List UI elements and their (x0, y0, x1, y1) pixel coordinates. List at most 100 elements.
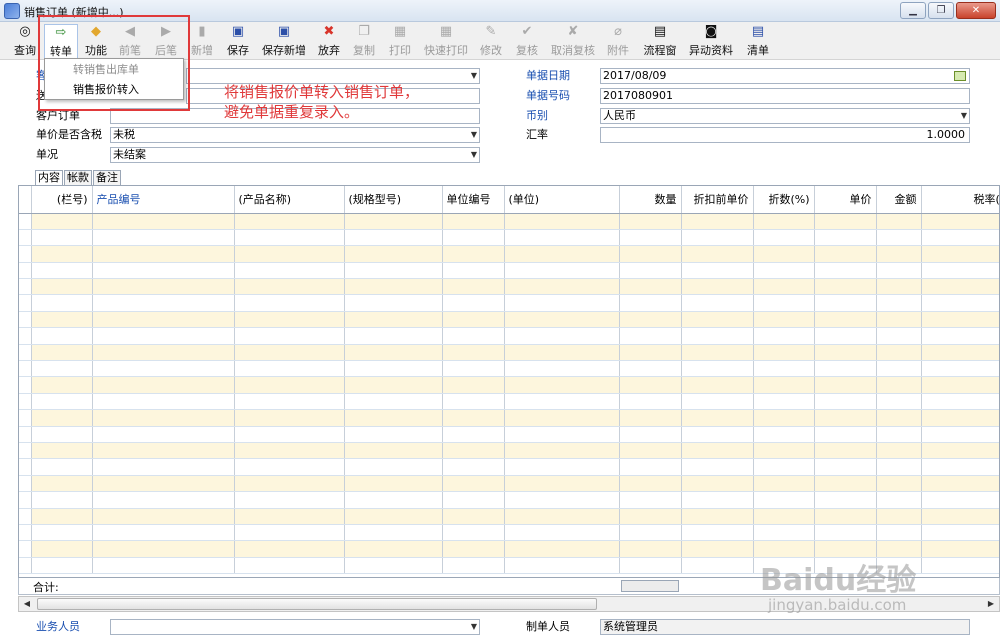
restore-button[interactable]: ❐ (928, 2, 954, 19)
table-cell[interactable] (442, 393, 505, 411)
table-cell[interactable] (921, 426, 999, 443)
table-cell[interactable] (344, 393, 443, 411)
table-row[interactable] (19, 311, 999, 329)
table-cell[interactable] (234, 442, 345, 460)
table-cell[interactable] (504, 278, 620, 296)
table-cell[interactable] (681, 491, 754, 509)
table-cell[interactable] (92, 393, 235, 411)
table-cell[interactable] (876, 458, 922, 476)
row-selector[interactable] (19, 229, 32, 247)
menu-item-import-sales-quote[interactable]: 销售报价转入 (45, 80, 183, 100)
table-cell[interactable] (876, 393, 922, 411)
table-cell[interactable] (504, 360, 620, 378)
table-cell[interactable] (876, 491, 922, 509)
table-cell[interactable] (921, 376, 999, 394)
table-cell[interactable] (442, 213, 505, 230)
col-header-quantity[interactable]: 数量 (619, 186, 682, 214)
table-cell[interactable] (814, 491, 877, 509)
table-cell[interactable] (31, 540, 93, 558)
table-cell[interactable] (619, 540, 682, 558)
table-cell[interactable] (814, 376, 877, 394)
table-cell[interactable] (31, 524, 93, 542)
table-cell[interactable] (504, 294, 620, 312)
table-cell[interactable] (619, 376, 682, 394)
table-cell[interactable] (92, 360, 235, 378)
table-cell[interactable] (92, 344, 235, 362)
table-cell[interactable] (753, 442, 815, 460)
table-row[interactable] (19, 475, 999, 493)
table-cell[interactable] (619, 426, 682, 443)
table-cell[interactable] (619, 245, 682, 263)
table-cell[interactable] (92, 376, 235, 394)
table-cell[interactable] (442, 294, 505, 312)
table-cell[interactable] (681, 409, 754, 427)
table-cell[interactable] (681, 213, 754, 230)
table-cell[interactable] (31, 360, 93, 378)
table-cell[interactable] (814, 344, 877, 362)
table-cell[interactable] (92, 327, 235, 345)
table-cell[interactable] (876, 213, 922, 230)
table-row[interactable] (19, 360, 999, 378)
table-cell[interactable] (504, 213, 620, 230)
table-cell[interactable] (234, 278, 345, 296)
table-cell[interactable] (234, 524, 345, 542)
table-cell[interactable] (814, 294, 877, 312)
table-cell[interactable] (344, 294, 443, 312)
table-cell[interactable] (31, 409, 93, 427)
table-cell[interactable] (753, 262, 815, 280)
table-cell[interactable] (504, 393, 620, 411)
table-cell[interactable] (442, 376, 505, 394)
table-cell[interactable] (619, 278, 682, 296)
table-cell[interactable] (681, 524, 754, 542)
table-cell[interactable] (753, 393, 815, 411)
table-cell[interactable] (234, 311, 345, 329)
table-cell[interactable] (31, 458, 93, 476)
table-cell[interactable] (753, 245, 815, 263)
table-cell[interactable] (344, 475, 443, 493)
table-cell[interactable] (442, 508, 505, 525)
table-cell[interactable] (31, 245, 93, 263)
table-cell[interactable] (619, 524, 682, 542)
table-cell[interactable] (921, 524, 999, 542)
table-cell[interactable] (234, 491, 345, 509)
table-cell[interactable] (619, 458, 682, 476)
row-selector[interactable] (19, 376, 32, 394)
table-cell[interactable] (681, 426, 754, 443)
flow-window-button[interactable]: ▤ 流程窗 (640, 24, 680, 58)
table-cell[interactable] (234, 213, 345, 230)
function-button[interactable]: ◆ 功能 (82, 24, 110, 58)
table-cell[interactable] (681, 393, 754, 411)
col-header-tax-rate[interactable]: 税率(%) (921, 186, 999, 214)
table-cell[interactable] (504, 458, 620, 476)
table-cell[interactable] (442, 311, 505, 329)
table-cell[interactable] (31, 229, 93, 247)
table-cell[interactable] (921, 327, 999, 345)
col-header-product-code[interactable]: 产品编号 (92, 186, 235, 214)
table-row[interactable] (19, 229, 999, 247)
table-cell[interactable] (681, 262, 754, 280)
table-cell[interactable] (619, 475, 682, 493)
table-cell[interactable] (442, 458, 505, 476)
table-cell[interactable] (92, 409, 235, 427)
table-cell[interactable] (92, 491, 235, 509)
menu-item-to-sales-outbound[interactable]: 转销售出库单 (45, 60, 183, 80)
table-row[interactable] (19, 213, 999, 230)
table-cell[interactable] (344, 540, 443, 558)
table-cell[interactable] (681, 458, 754, 476)
minimize-button[interactable]: ▁ (900, 2, 926, 19)
table-row[interactable] (19, 344, 999, 362)
table-cell[interactable] (876, 311, 922, 329)
table-cell[interactable] (344, 262, 443, 280)
table-cell[interactable] (504, 344, 620, 362)
col-header-discount[interactable]: 折数(%) (753, 186, 815, 214)
table-cell[interactable] (92, 540, 235, 558)
table-cell[interactable] (504, 327, 620, 345)
query-button[interactable]: ◎ 查询 (12, 24, 38, 58)
table-cell[interactable] (681, 294, 754, 312)
table-row[interactable] (19, 426, 999, 443)
table-cell[interactable] (876, 229, 922, 247)
table-cell[interactable] (753, 376, 815, 394)
table-cell[interactable] (344, 491, 443, 509)
table-cell[interactable] (814, 393, 877, 411)
table-cell[interactable] (344, 508, 443, 525)
